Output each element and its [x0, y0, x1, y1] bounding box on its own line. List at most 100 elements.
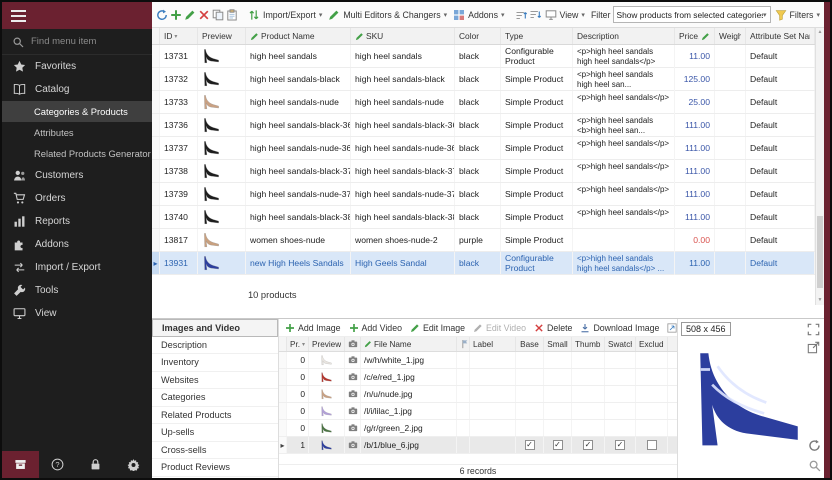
- tab-categories[interactable]: Categories: [152, 389, 278, 407]
- sidebar-subitem-categories-products[interactable]: Categories & Products: [2, 101, 152, 122]
- sidebar-subitem-related-products-generator[interactable]: Related Products Generator: [2, 143, 152, 164]
- lock-button[interactable]: [77, 451, 115, 478]
- column-header-sku[interactable]: SKU: [351, 28, 455, 44]
- sort-ascending-button[interactable]: [515, 6, 527, 24]
- product-row[interactable]: 13736high heel sandals-black-36high heel…: [152, 114, 815, 137]
- image-row[interactable]: ▸1/b/1/blue_6.jpg✓✓✓✓: [279, 437, 677, 454]
- sidebar-item-favorites[interactable]: Favorites: [2, 55, 152, 78]
- base-checkbox[interactable]: ✓: [525, 440, 535, 450]
- image-row[interactable]: 0/l/i/lilac_1.jpg: [279, 403, 677, 420]
- product-row[interactable]: 13739high heel sandals-nude-37high heel …: [152, 183, 815, 206]
- menu-toggle-button[interactable]: [2, 2, 152, 29]
- thumbna-checkbox[interactable]: ✓: [583, 440, 593, 450]
- column-header-description[interactable]: Description: [573, 28, 675, 44]
- help-button[interactable]: ?: [39, 451, 77, 478]
- column-header-weight[interactable]: Weight: [715, 28, 746, 44]
- sort-descending-button[interactable]: [529, 6, 541, 24]
- column-header-swatch[interactable]: Swatch: [605, 337, 636, 351]
- sidebar-item-addons[interactable]: Addons: [2, 233, 152, 256]
- cell-thumbna: [572, 352, 605, 368]
- column-header-position[interactable]: Pr...▾: [287, 337, 309, 351]
- product-row[interactable]: 13732high heel sandals-blackhigh heel sa…: [152, 68, 815, 91]
- tab-websites[interactable]: Websites: [152, 372, 278, 390]
- download-image-button[interactable]: Download Image: [580, 323, 659, 333]
- product-row[interactable]: 13733high heel sandals-nudehigh heel san…: [152, 91, 815, 114]
- delete-image-button[interactable]: Delete: [534, 323, 572, 333]
- grid-vertical-scrollbar[interactable]: ▲ ▼: [815, 28, 824, 305]
- paste-button[interactable]: [226, 6, 238, 24]
- edit-product-button[interactable]: [184, 6, 196, 24]
- swatch-checkbox[interactable]: ✓: [615, 440, 625, 450]
- edit-image-button[interactable]: Edit Image: [410, 323, 465, 333]
- download-image-label: Download Image: [593, 323, 659, 333]
- image-row[interactable]: 0/g/r/green_2.jpg: [279, 420, 677, 437]
- add-product-button[interactable]: [170, 6, 182, 24]
- column-header-type[interactable]: Type: [501, 28, 573, 44]
- exclude-checkbox[interactable]: [647, 440, 657, 450]
- search-icon: [12, 36, 24, 48]
- column-header-label[interactable]: Label: [470, 337, 516, 351]
- small-checkbox[interactable]: ✓: [553, 440, 563, 450]
- import-export-menu[interactable]: Import/Export ▾: [246, 7, 324, 23]
- image-row[interactable]: 0/c/e/red_1.jpg: [279, 369, 677, 386]
- column-header-color[interactable]: Color: [455, 28, 501, 44]
- set-resize-rule-button[interactable]: Set Resize Rule: [667, 323, 677, 333]
- settings-button[interactable]: [114, 451, 152, 478]
- column-header-thumbnail[interactable]: Thumbna: [572, 337, 605, 351]
- product-row[interactable]: 13740high heel sandals-black-38high heel…: [152, 206, 815, 229]
- product-row[interactable]: 13731high heel sandalshigh heel sandalsb…: [152, 45, 815, 68]
- flag-column-header[interactable]: [457, 337, 470, 351]
- scrollbar-thumb[interactable]: [817, 216, 823, 288]
- image-row[interactable]: 0/n/u/nude.jpg: [279, 386, 677, 403]
- sidebar-item-import-export[interactable]: Import / Export: [2, 256, 152, 279]
- column-header-id[interactable]: ID▾: [160, 28, 198, 44]
- sidebar-item-view[interactable]: View: [2, 302, 152, 325]
- camera-column-header[interactable]: [345, 337, 361, 351]
- edit-video-button[interactable]: Edit Video: [473, 323, 526, 333]
- column-header-base[interactable]: Base: [516, 337, 544, 351]
- column-header-attribute-set-name[interactable]: Attribute Set Name: [746, 28, 815, 44]
- filter-category-select[interactable]: Show products from selected categories ▾: [613, 6, 771, 23]
- column-header-price[interactable]: Price,: [675, 28, 715, 44]
- add-video-button[interactable]: Add Video: [349, 323, 402, 333]
- column-header-product-name[interactable]: Product Name: [246, 28, 351, 44]
- tab-related-products[interactable]: Related Products: [152, 407, 278, 425]
- image-row[interactable]: 0/w/h/white_1.jpg: [279, 352, 677, 369]
- sidebar-item-orders[interactable]: Orders: [2, 187, 152, 210]
- column-header-file-name[interactable]: File Name: [361, 337, 457, 351]
- tab-up-sells[interactable]: Up-sells: [152, 424, 278, 442]
- tab-inventory[interactable]: Inventory: [152, 354, 278, 372]
- sidebar-item-reports[interactable]: Reports: [2, 210, 152, 233]
- column-header-exclude[interactable]: Exclude: [636, 337, 668, 351]
- product-row[interactable]: 13738high heel sandals-black-37high heel…: [152, 160, 815, 183]
- sidebar-search-input[interactable]: Find menu item: [2, 29, 152, 55]
- tab-cross-sells[interactable]: Cross-sells: [152, 442, 278, 460]
- sidebar-subitem-attributes[interactable]: Attributes: [2, 122, 152, 143]
- cell-color: black: [455, 91, 501, 113]
- product-row[interactable]: 13737high heel sandals-nude-36high heel …: [152, 137, 815, 160]
- tab-images-and-video[interactable]: Images and Video: [152, 319, 278, 337]
- store-button[interactable]: [2, 451, 39, 478]
- tab-product-reviews[interactable]: Product Reviews: [152, 459, 278, 477]
- sidebar-item-catalog[interactable]: Catalog: [2, 78, 152, 101]
- scroll-down-arrow[interactable]: ▼: [816, 296, 824, 305]
- zoom-icon[interactable]: [808, 459, 821, 472]
- scroll-up-arrow[interactable]: ▲: [816, 28, 824, 37]
- add-image-button[interactable]: Add Image: [285, 323, 341, 333]
- sidebar-item-tools[interactable]: Tools: [2, 279, 152, 302]
- addons-menu[interactable]: Addons ▾: [451, 7, 506, 23]
- column-header-preview[interactable]: Preview: [198, 28, 246, 44]
- delete-product-button[interactable]: [198, 6, 210, 24]
- filters-menu[interactable]: Filters ▾: [773, 7, 822, 23]
- tab-description[interactable]: Description: [152, 337, 278, 355]
- refresh-button[interactable]: [156, 6, 168, 24]
- product-row[interactable]: ▸13931new High Heels SandalsHigh Geels S…: [152, 252, 815, 275]
- view-menu[interactable]: View ▾: [543, 7, 587, 23]
- multi-editors-menu[interactable]: Multi Editors & Changers ▾: [326, 7, 449, 23]
- rotate-icon[interactable]: [808, 439, 821, 452]
- copy-button[interactable]: [212, 6, 224, 24]
- product-row[interactable]: 13817women shoes-nudewomen shoes-nude-2p…: [152, 229, 815, 252]
- sidebar-item-customers[interactable]: Customers: [2, 164, 152, 187]
- column-header-small[interactable]: Small: [544, 337, 572, 351]
- column-header-preview[interactable]: Preview: [309, 337, 345, 351]
